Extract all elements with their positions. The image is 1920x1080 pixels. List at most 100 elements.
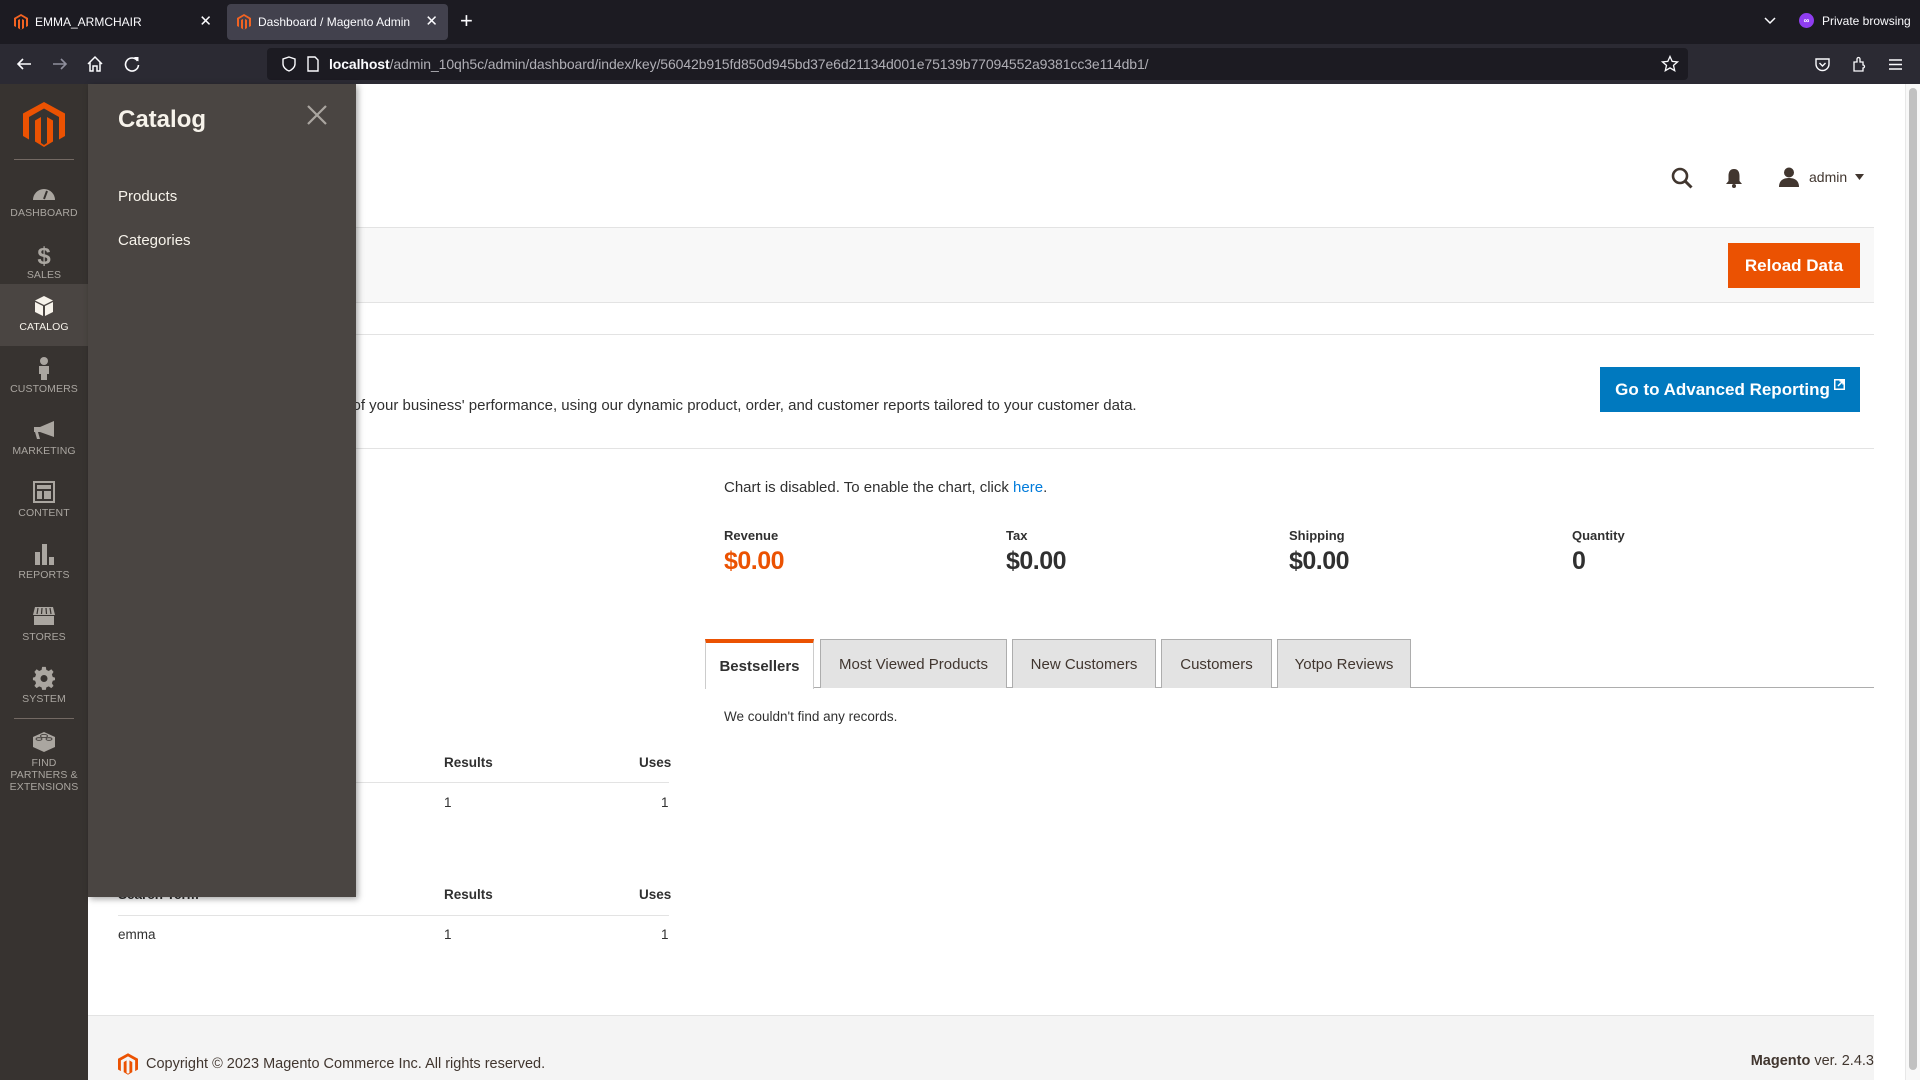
sidebar-item-catalog[interactable]: Catalog bbox=[0, 284, 88, 346]
sidebar-item-customers[interactable]: Customers bbox=[0, 346, 88, 408]
go-to-advanced-reporting-button[interactable]: Go to Advanced Reporting bbox=[1600, 367, 1860, 412]
stat-value: $0.00 bbox=[1006, 547, 1067, 575]
sidebar-item-dashboard[interactable]: Dashboard bbox=[0, 170, 88, 232]
bookmark-star-icon[interactable] bbox=[1661, 55, 1679, 73]
stat-label: Shipping bbox=[1289, 528, 1345, 543]
sidebar-item-label: Customers bbox=[10, 383, 78, 395]
button-label: Go to Advanced Reporting bbox=[1615, 379, 1830, 399]
sidebar-item-reports[interactable]: Reports bbox=[0, 532, 88, 594]
sidebar-item-label: Stores bbox=[22, 631, 66, 643]
stat-revenue: Revenue $0.00 bbox=[724, 528, 785, 576]
reload-button[interactable] bbox=[120, 52, 144, 76]
divider bbox=[356, 448, 1874, 449]
new-tab-button[interactable]: + bbox=[460, 9, 473, 33]
close-tab-icon[interactable]: ✕ bbox=[199, 13, 212, 31]
stat-shipping: Shipping $0.00 bbox=[1289, 528, 1350, 576]
sidebar-item-label: Find Partners & Extensions bbox=[9, 757, 79, 793]
stat-value: 0 bbox=[1572, 547, 1586, 575]
shield-icon[interactable] bbox=[281, 56, 297, 72]
tab-bestsellers[interactable]: Bestsellers bbox=[705, 639, 814, 689]
copyright-text: Copyright © 2023 Magento Commerce Inc. A… bbox=[146, 1056, 546, 1072]
cell-search-term[interactable]: emma bbox=[118, 927, 156, 942]
close-tab-icon[interactable]: ✕ bbox=[425, 13, 438, 31]
enable-chart-link[interactable]: here bbox=[1013, 479, 1043, 496]
version-brand: Magento bbox=[1750, 1053, 1811, 1069]
scrollbar-thumb[interactable] bbox=[1909, 88, 1917, 1070]
sidebar-item-marketing[interactable]: Marketing bbox=[0, 408, 88, 470]
page-icon[interactable] bbox=[305, 56, 321, 72]
megaphone-icon bbox=[34, 421, 54, 439]
caret-down-icon bbox=[1855, 174, 1865, 180]
table-divider bbox=[118, 915, 669, 916]
magento-logo-icon[interactable] bbox=[23, 102, 65, 147]
sidebar-separator bbox=[14, 159, 74, 160]
url-host: localhost bbox=[329, 56, 390, 72]
sidebar-item-find-partners[interactable]: Find Partners & Extensions bbox=[0, 720, 88, 800]
list-tabs-chevron-icon[interactable] bbox=[1762, 12, 1778, 28]
tab-customers[interactable]: Customers bbox=[1161, 639, 1272, 688]
admin-user-menu[interactable]: admin bbox=[1779, 167, 1865, 187]
column-header-uses: Uses bbox=[639, 755, 672, 770]
private-browsing-indicator: ∞ Private browsing bbox=[1799, 13, 1911, 28]
browser-tab-emma-armchair[interactable]: EMMA_ARMCHAIR ✕ bbox=[4, 4, 222, 40]
admin-username: admin bbox=[1809, 169, 1848, 185]
store-icon bbox=[33, 607, 55, 625]
tab-new-customers[interactable]: New Customers bbox=[1012, 639, 1156, 688]
back-button[interactable] bbox=[12, 52, 36, 76]
external-link-icon bbox=[1833, 379, 1845, 390]
flyout-title: Catalog bbox=[118, 106, 207, 133]
gear-icon bbox=[32, 666, 55, 690]
url-text[interactable]: localhost/admin_10qh5c/admin/dashboard/i… bbox=[329, 56, 1149, 72]
reload-icon bbox=[124, 57, 140, 72]
layout-icon bbox=[33, 481, 55, 503]
copyright: Copyright © 2023 Magento Commerce Inc. A… bbox=[118, 1053, 545, 1075]
cell-uses: 1 bbox=[661, 795, 669, 810]
search-icon[interactable] bbox=[1671, 167, 1693, 189]
browser-tab-dashboard[interactable]: Dashboard / Magento Admin ✕ bbox=[227, 4, 448, 40]
stat-label: Quantity bbox=[1572, 528, 1625, 543]
sidebar-item-label: Dashboard bbox=[10, 207, 78, 219]
pocket-icon[interactable] bbox=[1814, 56, 1831, 73]
private-mask-icon: ∞ bbox=[1799, 13, 1814, 28]
tab-yotpo-reviews[interactable]: Yotpo Reviews bbox=[1277, 639, 1411, 688]
tab-most-viewed-products[interactable]: Most Viewed Products bbox=[820, 639, 1007, 688]
hamburger-menu-icon[interactable] bbox=[1887, 56, 1904, 73]
magento-version: Magento ver. 2.4.3 bbox=[1751, 1053, 1874, 1069]
sidebar-item-content[interactable]: Content bbox=[0, 470, 88, 532]
magento-logo-icon bbox=[118, 1053, 138, 1075]
url-bar[interactable]: localhost/admin_10qh5c/admin/dashboard/i… bbox=[267, 48, 1688, 80]
sidebar-item-label: Marketing bbox=[12, 445, 76, 457]
close-icon[interactable] bbox=[306, 104, 328, 126]
svg-text:$: $ bbox=[37, 243, 51, 266]
flyout-link-categories[interactable]: Categories bbox=[118, 232, 191, 249]
sidebar-item-label: System bbox=[22, 693, 66, 705]
stat-tax: Tax $0.00 bbox=[1006, 528, 1067, 576]
home-button[interactable] bbox=[83, 52, 107, 76]
column-header-results: Results bbox=[444, 887, 493, 902]
bar-chart-icon bbox=[35, 544, 54, 565]
version-number: ver. 2.4.3 bbox=[1810, 1053, 1874, 1069]
flyout-link-products[interactable]: Products bbox=[118, 188, 177, 205]
user-icon bbox=[1779, 167, 1799, 187]
reload-data-button[interactable]: Reload Data bbox=[1728, 243, 1860, 288]
notification-bell-icon[interactable] bbox=[1725, 168, 1743, 188]
sidebar-item-label: Reports bbox=[18, 569, 70, 581]
forward-button[interactable] bbox=[48, 52, 72, 76]
page-scrollbar[interactable] bbox=[1905, 84, 1920, 1080]
person-icon bbox=[39, 357, 49, 380]
chart-disabled-message: Chart is disabled. To enable the chart, … bbox=[724, 479, 1047, 496]
sidebar-item-stores[interactable]: Stores bbox=[0, 594, 88, 656]
sidebar-item-label: Catalog bbox=[19, 321, 69, 333]
tab-title: Dashboard / Magento Admin bbox=[258, 15, 411, 29]
sidebar-item-system[interactable]: System bbox=[0, 656, 88, 718]
cell-results: 1 bbox=[444, 795, 452, 810]
arrow-left-icon bbox=[16, 58, 31, 70]
dollar-icon: $ bbox=[37, 243, 51, 266]
tab-title: EMMA_ARMCHAIR bbox=[35, 15, 142, 29]
stat-value: $0.00 bbox=[1289, 547, 1350, 575]
extensions-icon[interactable] bbox=[1851, 56, 1868, 73]
cell-results: 1 bbox=[444, 927, 452, 942]
puzzle-block-icon bbox=[33, 732, 55, 752]
url-path: /admin_10qh5c/admin/dashboard/index/key/… bbox=[389, 56, 1149, 72]
chart-message-text: Chart is disabled. To enable the chart, … bbox=[724, 479, 1014, 496]
